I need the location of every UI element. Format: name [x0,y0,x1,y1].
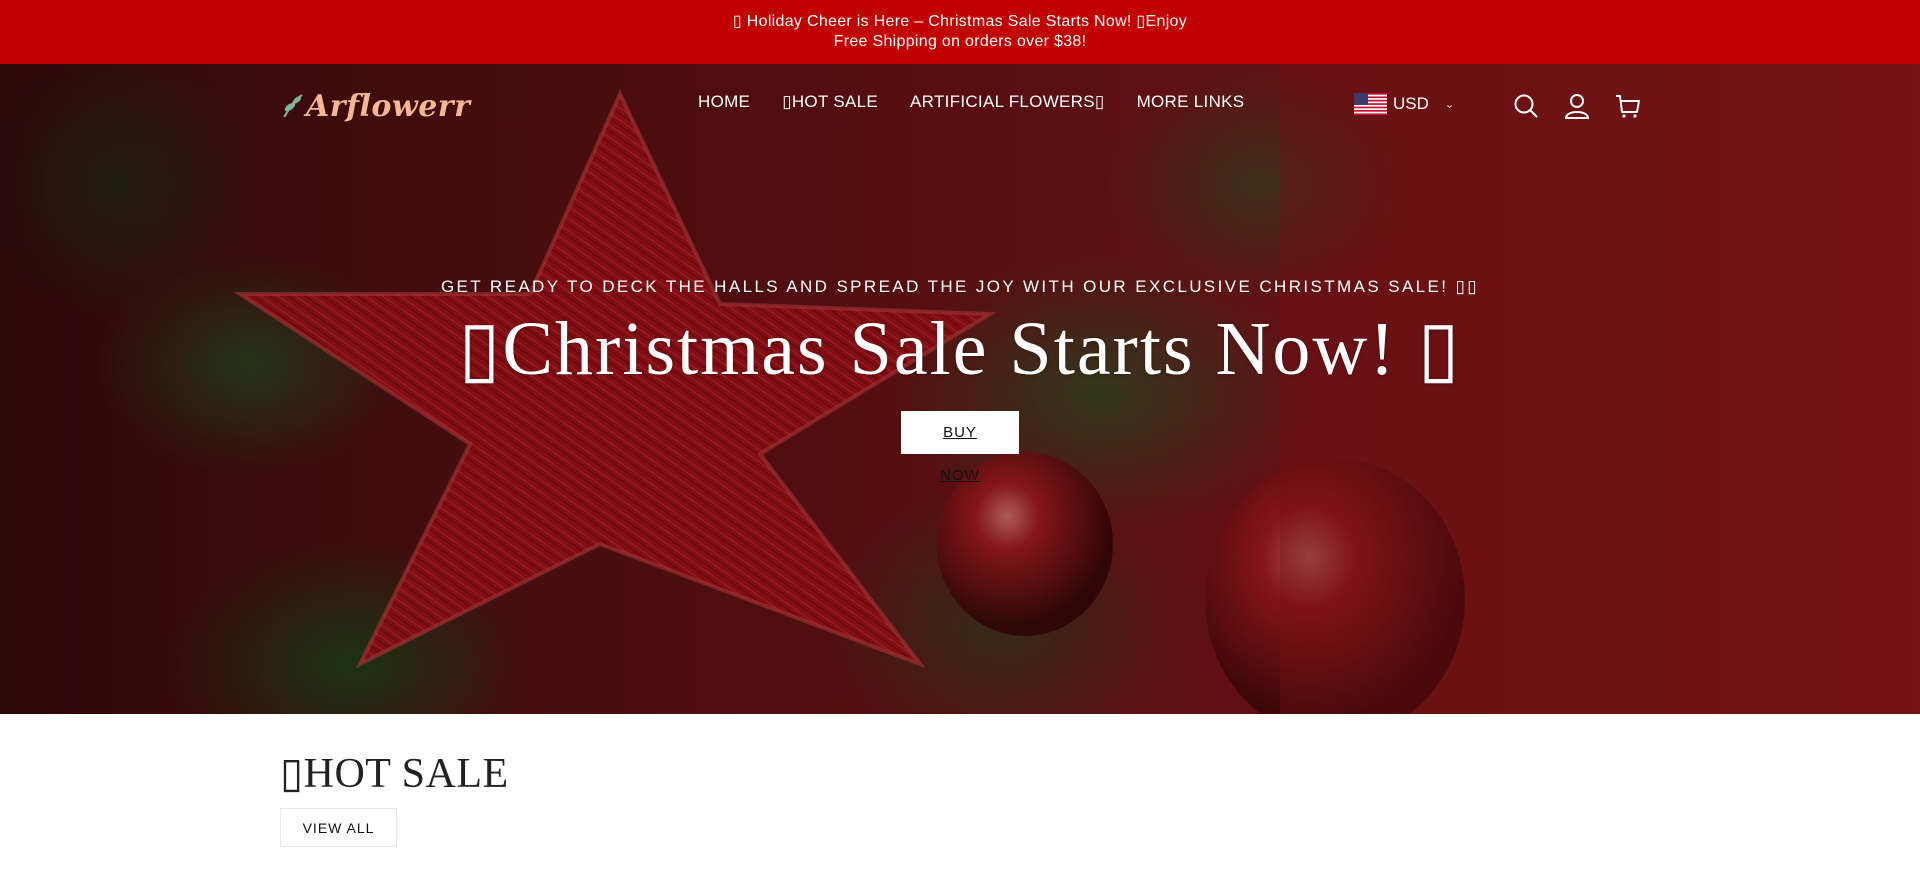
buy-now-button[interactable]: BUY NOW [901,411,1019,484]
search-icon[interactable] [1512,92,1540,120]
announcement-line-1: ▯ Holiday Cheer is Here – Christmas Sale… [732,13,1188,30]
hot-sale-section: ▯HOT SALE VIEW ALL [280,748,509,847]
logo[interactable]: Arflowerr [280,86,470,126]
cart-icon[interactable] [1614,92,1642,120]
us-flag-icon [1354,93,1387,115]
currency-label: USD [1393,94,1429,113]
nav-more-links[interactable]: MORE LINKS [1137,92,1245,112]
header-icons [1512,92,1665,120]
leaf-logo-icon [283,94,303,118]
hero-title: ▯Christmas Sale Starts Now! ▯ [458,307,1462,391]
nav-hot-sale[interactable]: ▯HOT SALE [782,92,878,112]
nav-artificial-flowers[interactable]: ARTIFICIAL FLOWERS▯ [910,92,1105,112]
logo-text: Arflowerr [306,88,471,124]
hero-subtitle: GET READY TO DECK THE HALLS AND SPREAD T… [440,277,1480,296]
section-title: ▯HOT SALE [280,751,509,797]
hero-content: GET READY TO DECK THE HALLS AND SPREAD T… [0,272,1920,484]
announcement-line-2: Free Shipping on orders over $38! [833,33,1087,50]
main-nav: HOME ▯HOT SALE ARTIFICIAL FLOWERS▯ MORE … [698,92,1276,112]
site-header: Arflowerr HOME ▯HOT SALE ARTIFICIAL FLOW… [0,64,1920,146]
currency-selector[interactable]: USD ⌄ [1354,93,1454,115]
nav-home[interactable]: HOME [698,92,750,112]
account-icon[interactable] [1563,92,1591,120]
announcement-bar: ▯ Holiday Cheer is Here – Christmas Sale… [0,0,1920,64]
chevron-down-icon: ⌄ [1444,98,1455,111]
view-all-button[interactable]: VIEW ALL [280,808,397,847]
